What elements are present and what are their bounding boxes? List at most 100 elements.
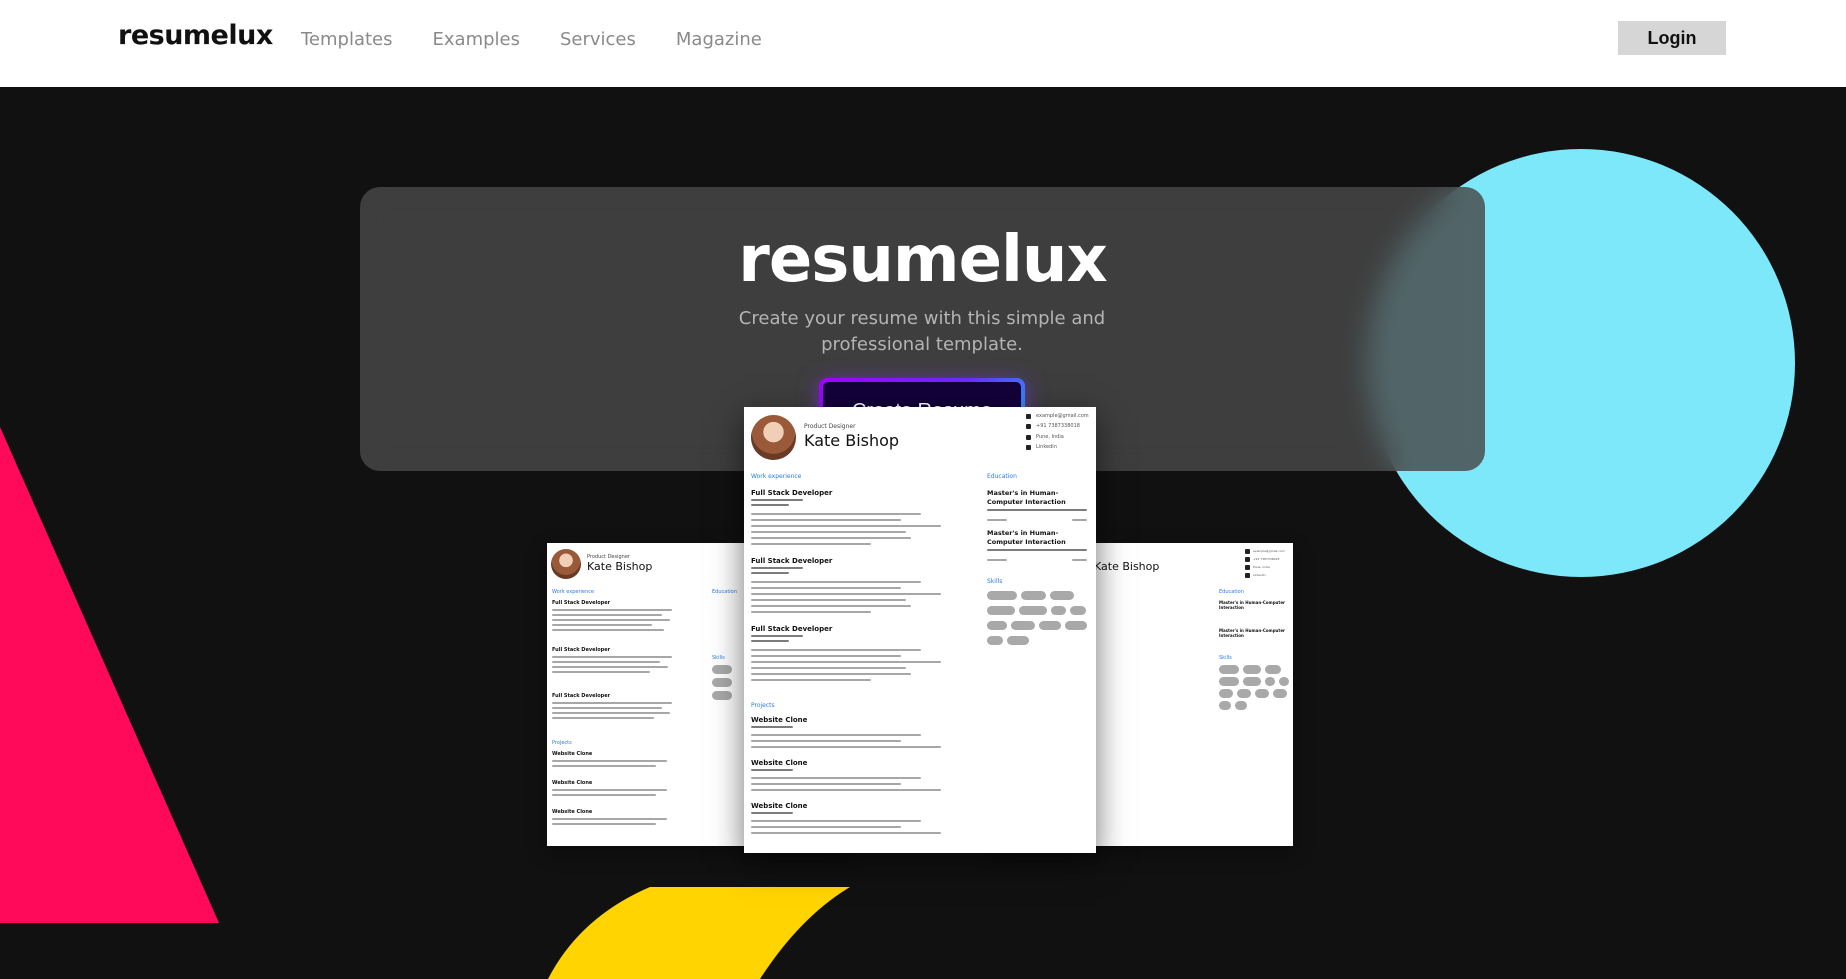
text-placeholder-line bbox=[751, 726, 793, 728]
contact-location: Pune, India bbox=[1253, 565, 1270, 569]
skill-chip bbox=[1007, 636, 1029, 645]
text-placeholder-line bbox=[552, 624, 652, 626]
resume-preview-center[interactable]: Product Designer Kate Bishop example@gma… bbox=[744, 407, 1096, 853]
hero-title: resumelux bbox=[738, 223, 1108, 297]
section-skills: Skills bbox=[987, 578, 1003, 585]
skill-chip bbox=[1219, 677, 1239, 686]
project-title: Website Clone bbox=[751, 802, 808, 810]
section-work-experience: Work experience bbox=[552, 589, 594, 595]
resume-name: Kate Bishop bbox=[587, 560, 653, 573]
skill-chip bbox=[987, 591, 1017, 600]
resume-name: Kate Bishop bbox=[1094, 560, 1160, 573]
contact-icon bbox=[1245, 549, 1250, 554]
text-placeholder-line bbox=[552, 823, 656, 825]
job-title: Full Stack Developer bbox=[751, 489, 833, 497]
text-placeholder-line bbox=[552, 717, 654, 719]
section-education: Education bbox=[987, 473, 1017, 480]
job-title: Full Stack Developer bbox=[751, 625, 833, 633]
job-title: Full Stack Developer bbox=[552, 600, 611, 606]
skill-chip bbox=[1011, 621, 1035, 630]
text-placeholder-line bbox=[552, 789, 667, 791]
resume-name: Kate Bishop bbox=[804, 431, 900, 450]
text-placeholder-line bbox=[987, 509, 1087, 511]
text-placeholder-line bbox=[751, 593, 941, 595]
top-navbar: resumelux Templates Examples Services Ma… bbox=[0, 0, 1846, 87]
skill-chip bbox=[1219, 701, 1231, 710]
skill-chip bbox=[1265, 677, 1275, 686]
skill-chip bbox=[712, 691, 732, 700]
text-placeholder-line bbox=[751, 820, 921, 822]
text-placeholder-line bbox=[751, 543, 871, 545]
skill-chip bbox=[1051, 606, 1066, 615]
text-placeholder-line bbox=[552, 619, 670, 621]
text-placeholder-line bbox=[751, 783, 901, 785]
section-work-experience: Work experience bbox=[751, 473, 802, 480]
text-placeholder-line bbox=[751, 499, 803, 501]
section-skills: Skills bbox=[1219, 655, 1232, 661]
text-placeholder-line bbox=[751, 531, 906, 533]
text-placeholder-line bbox=[751, 519, 901, 521]
text-placeholder-line bbox=[751, 537, 911, 539]
contact-icon bbox=[1245, 565, 1250, 570]
contact-phone: +91 7387338018 bbox=[1253, 557, 1280, 561]
contact-icon bbox=[1026, 435, 1031, 440]
text-placeholder-line bbox=[1072, 519, 1087, 521]
brand-logo[interactable]: resumelux bbox=[118, 20, 273, 51]
text-placeholder-line bbox=[751, 649, 921, 651]
text-placeholder-line bbox=[552, 702, 672, 704]
skill-chip bbox=[1021, 591, 1046, 600]
skill-chip bbox=[1265, 665, 1281, 674]
text-placeholder-line bbox=[751, 513, 921, 515]
project-title: Website Clone bbox=[552, 809, 593, 815]
skill-chip bbox=[1219, 689, 1233, 698]
text-placeholder-line bbox=[751, 655, 901, 657]
text-placeholder-line bbox=[751, 504, 789, 506]
nav-link-examples[interactable]: Examples bbox=[433, 29, 520, 50]
nav-link-services[interactable]: Services bbox=[560, 29, 636, 50]
text-placeholder-line bbox=[751, 567, 803, 569]
skill-chip bbox=[1019, 606, 1047, 615]
text-placeholder-line bbox=[751, 661, 941, 663]
text-placeholder-line bbox=[751, 826, 901, 828]
section-education: Education bbox=[712, 589, 737, 595]
text-placeholder-line bbox=[751, 667, 906, 669]
text-placeholder-line bbox=[552, 661, 660, 663]
skill-chip bbox=[1255, 689, 1269, 698]
text-placeholder-line bbox=[751, 789, 941, 791]
nav-link-templates[interactable]: Templates bbox=[301, 29, 393, 50]
skill-chip bbox=[987, 621, 1007, 630]
skill-chip bbox=[1273, 689, 1287, 698]
skill-chip bbox=[1219, 665, 1239, 674]
yellow-arc-shape bbox=[548, 887, 850, 979]
skill-chip bbox=[987, 636, 1003, 645]
login-button[interactable]: Login bbox=[1618, 21, 1726, 55]
project-title: Website Clone bbox=[751, 716, 808, 724]
text-placeholder-line bbox=[552, 765, 656, 767]
contact-linkedin: Linkedin bbox=[1253, 573, 1266, 577]
section-education: Education bbox=[1219, 589, 1244, 595]
degree-title: Master's in Human-Computer Interaction bbox=[987, 489, 1066, 506]
skill-chip bbox=[1279, 677, 1289, 686]
text-placeholder-line bbox=[751, 777, 921, 779]
text-placeholder-line bbox=[751, 832, 941, 834]
text-placeholder-line bbox=[552, 794, 656, 796]
text-placeholder-line bbox=[751, 734, 921, 736]
contact-email: example@gmail.com bbox=[1036, 413, 1089, 419]
text-placeholder-line bbox=[751, 640, 789, 642]
text-placeholder-line bbox=[552, 671, 650, 673]
section-projects: Projects bbox=[552, 740, 572, 746]
resume-role: Product Designer bbox=[804, 423, 856, 430]
text-placeholder-line bbox=[751, 581, 921, 583]
skill-chip bbox=[712, 665, 732, 674]
text-placeholder-line bbox=[552, 656, 672, 658]
nav-link-magazine[interactable]: Magazine bbox=[676, 29, 762, 50]
text-placeholder-line bbox=[751, 605, 911, 607]
skill-chip bbox=[712, 678, 732, 687]
text-placeholder-line bbox=[552, 712, 670, 714]
project-title: Website Clone bbox=[552, 751, 593, 757]
text-placeholder-line bbox=[987, 559, 1007, 561]
skill-chip bbox=[1235, 701, 1247, 710]
degree-title: Master's in Human-Computer Interaction bbox=[1219, 600, 1285, 610]
skill-chip bbox=[1050, 591, 1074, 600]
skill-chip bbox=[1070, 606, 1086, 615]
